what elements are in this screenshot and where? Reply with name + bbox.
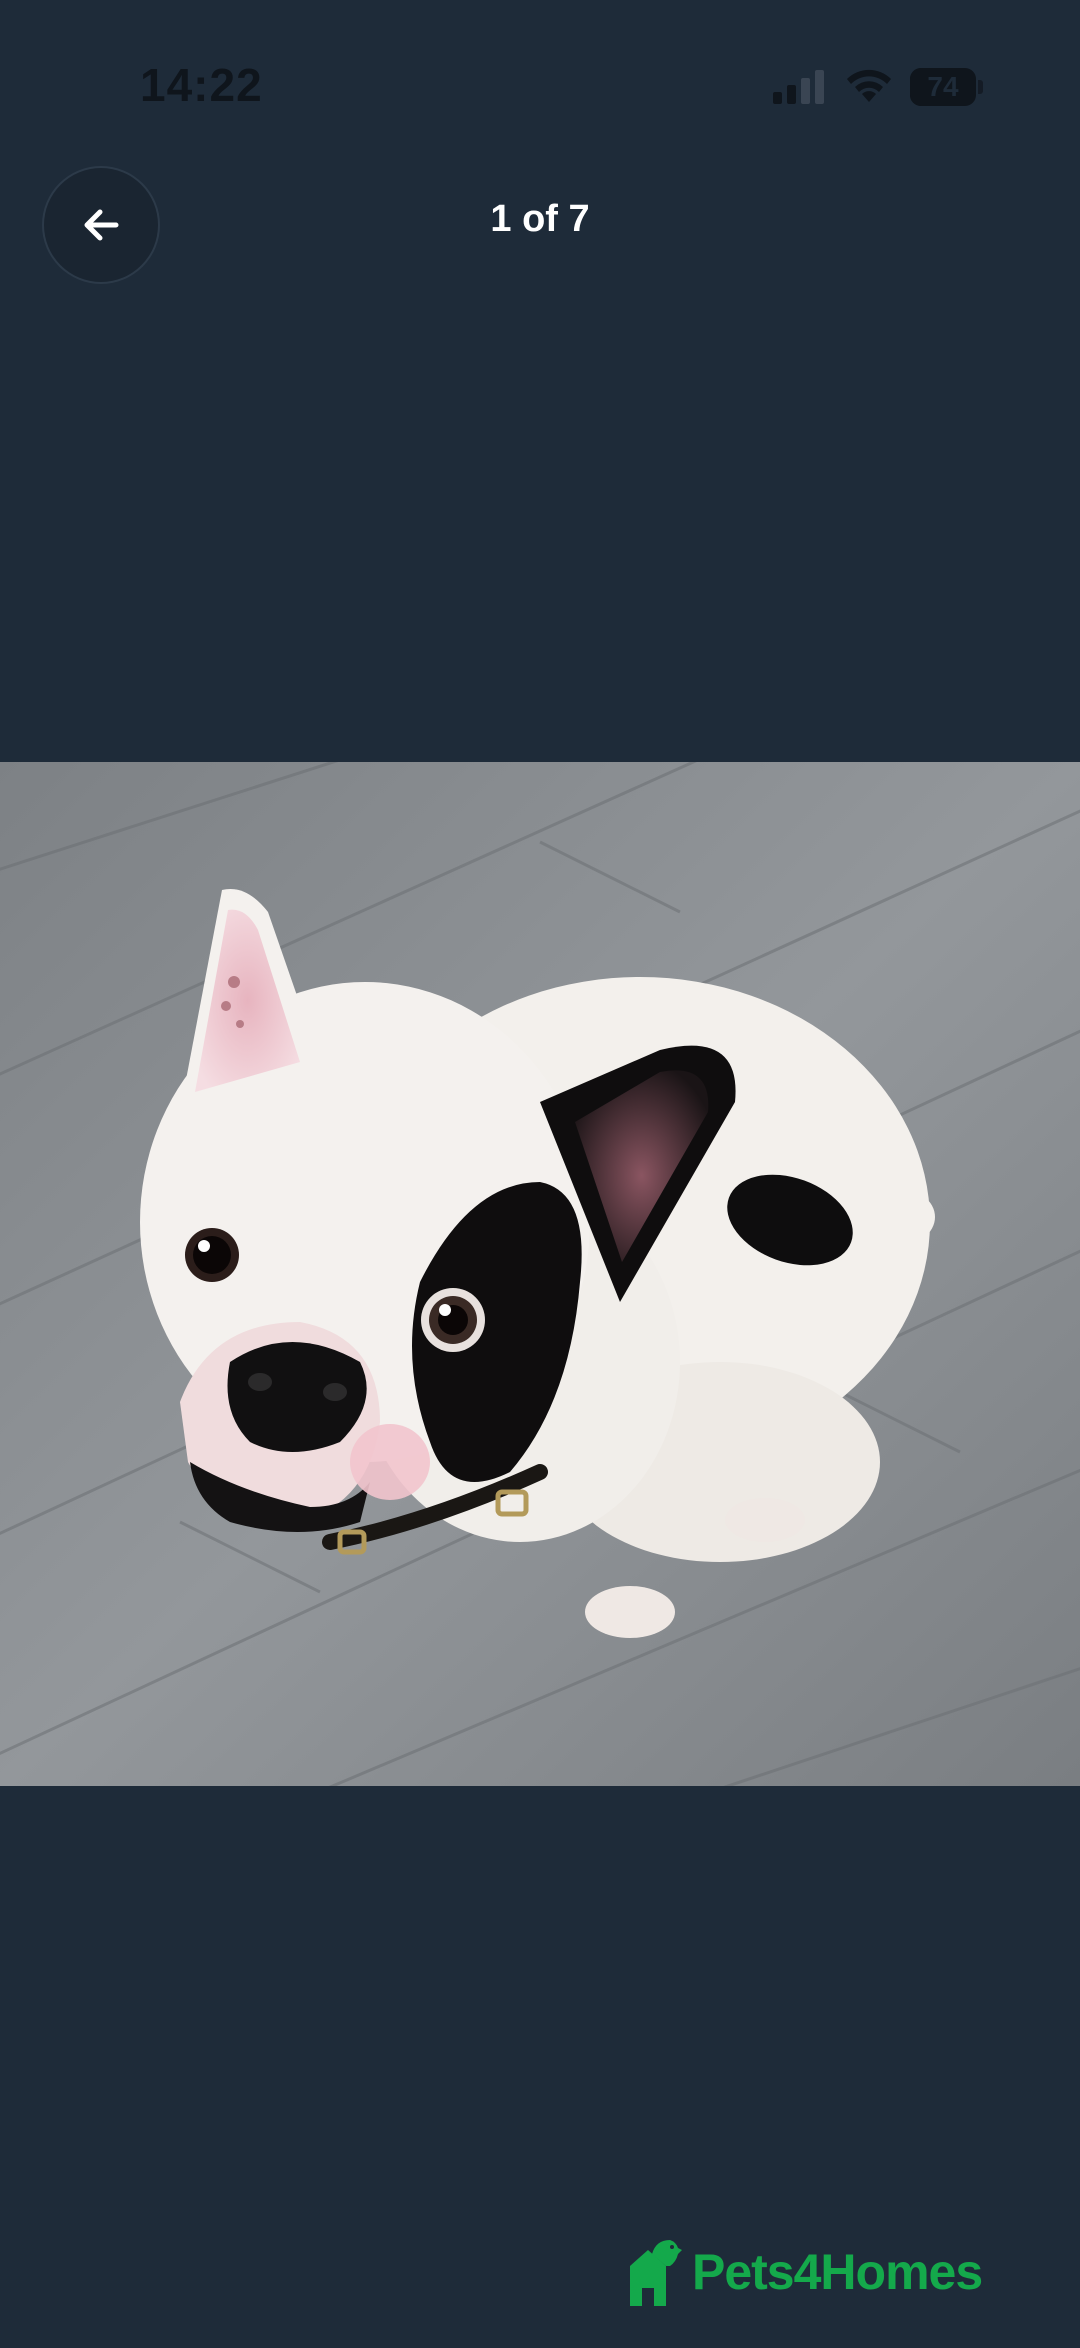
dog-photo[interactable] (0, 762, 1080, 1786)
battery-cap (978, 80, 983, 94)
pets4homes-logo: Pets4Homes (626, 2232, 983, 2312)
back-button[interactable] (44, 168, 158, 282)
arrow-left-icon (84, 209, 119, 241)
wifi-icon (847, 69, 891, 102)
image-viewer-screen: 14:22 74 1 of 7 Pets4Homes (0, 0, 1080, 2348)
pets4homes-logo-text: Pets4Homes (692, 2244, 983, 2300)
status-bar: 14:22 74 (0, 0, 1080, 170)
status-time: 14:22 (140, 59, 263, 111)
pets4homes-logo-icon (630, 2240, 682, 2306)
cellular-signal-icon (773, 70, 824, 104)
french-bulldog-image (0, 762, 1080, 1786)
battery-body: 74 (910, 68, 976, 106)
image-counter: 1 of 7 (490, 198, 590, 240)
battery-icon: 74 (910, 68, 984, 106)
battery-level: 74 (927, 71, 959, 102)
